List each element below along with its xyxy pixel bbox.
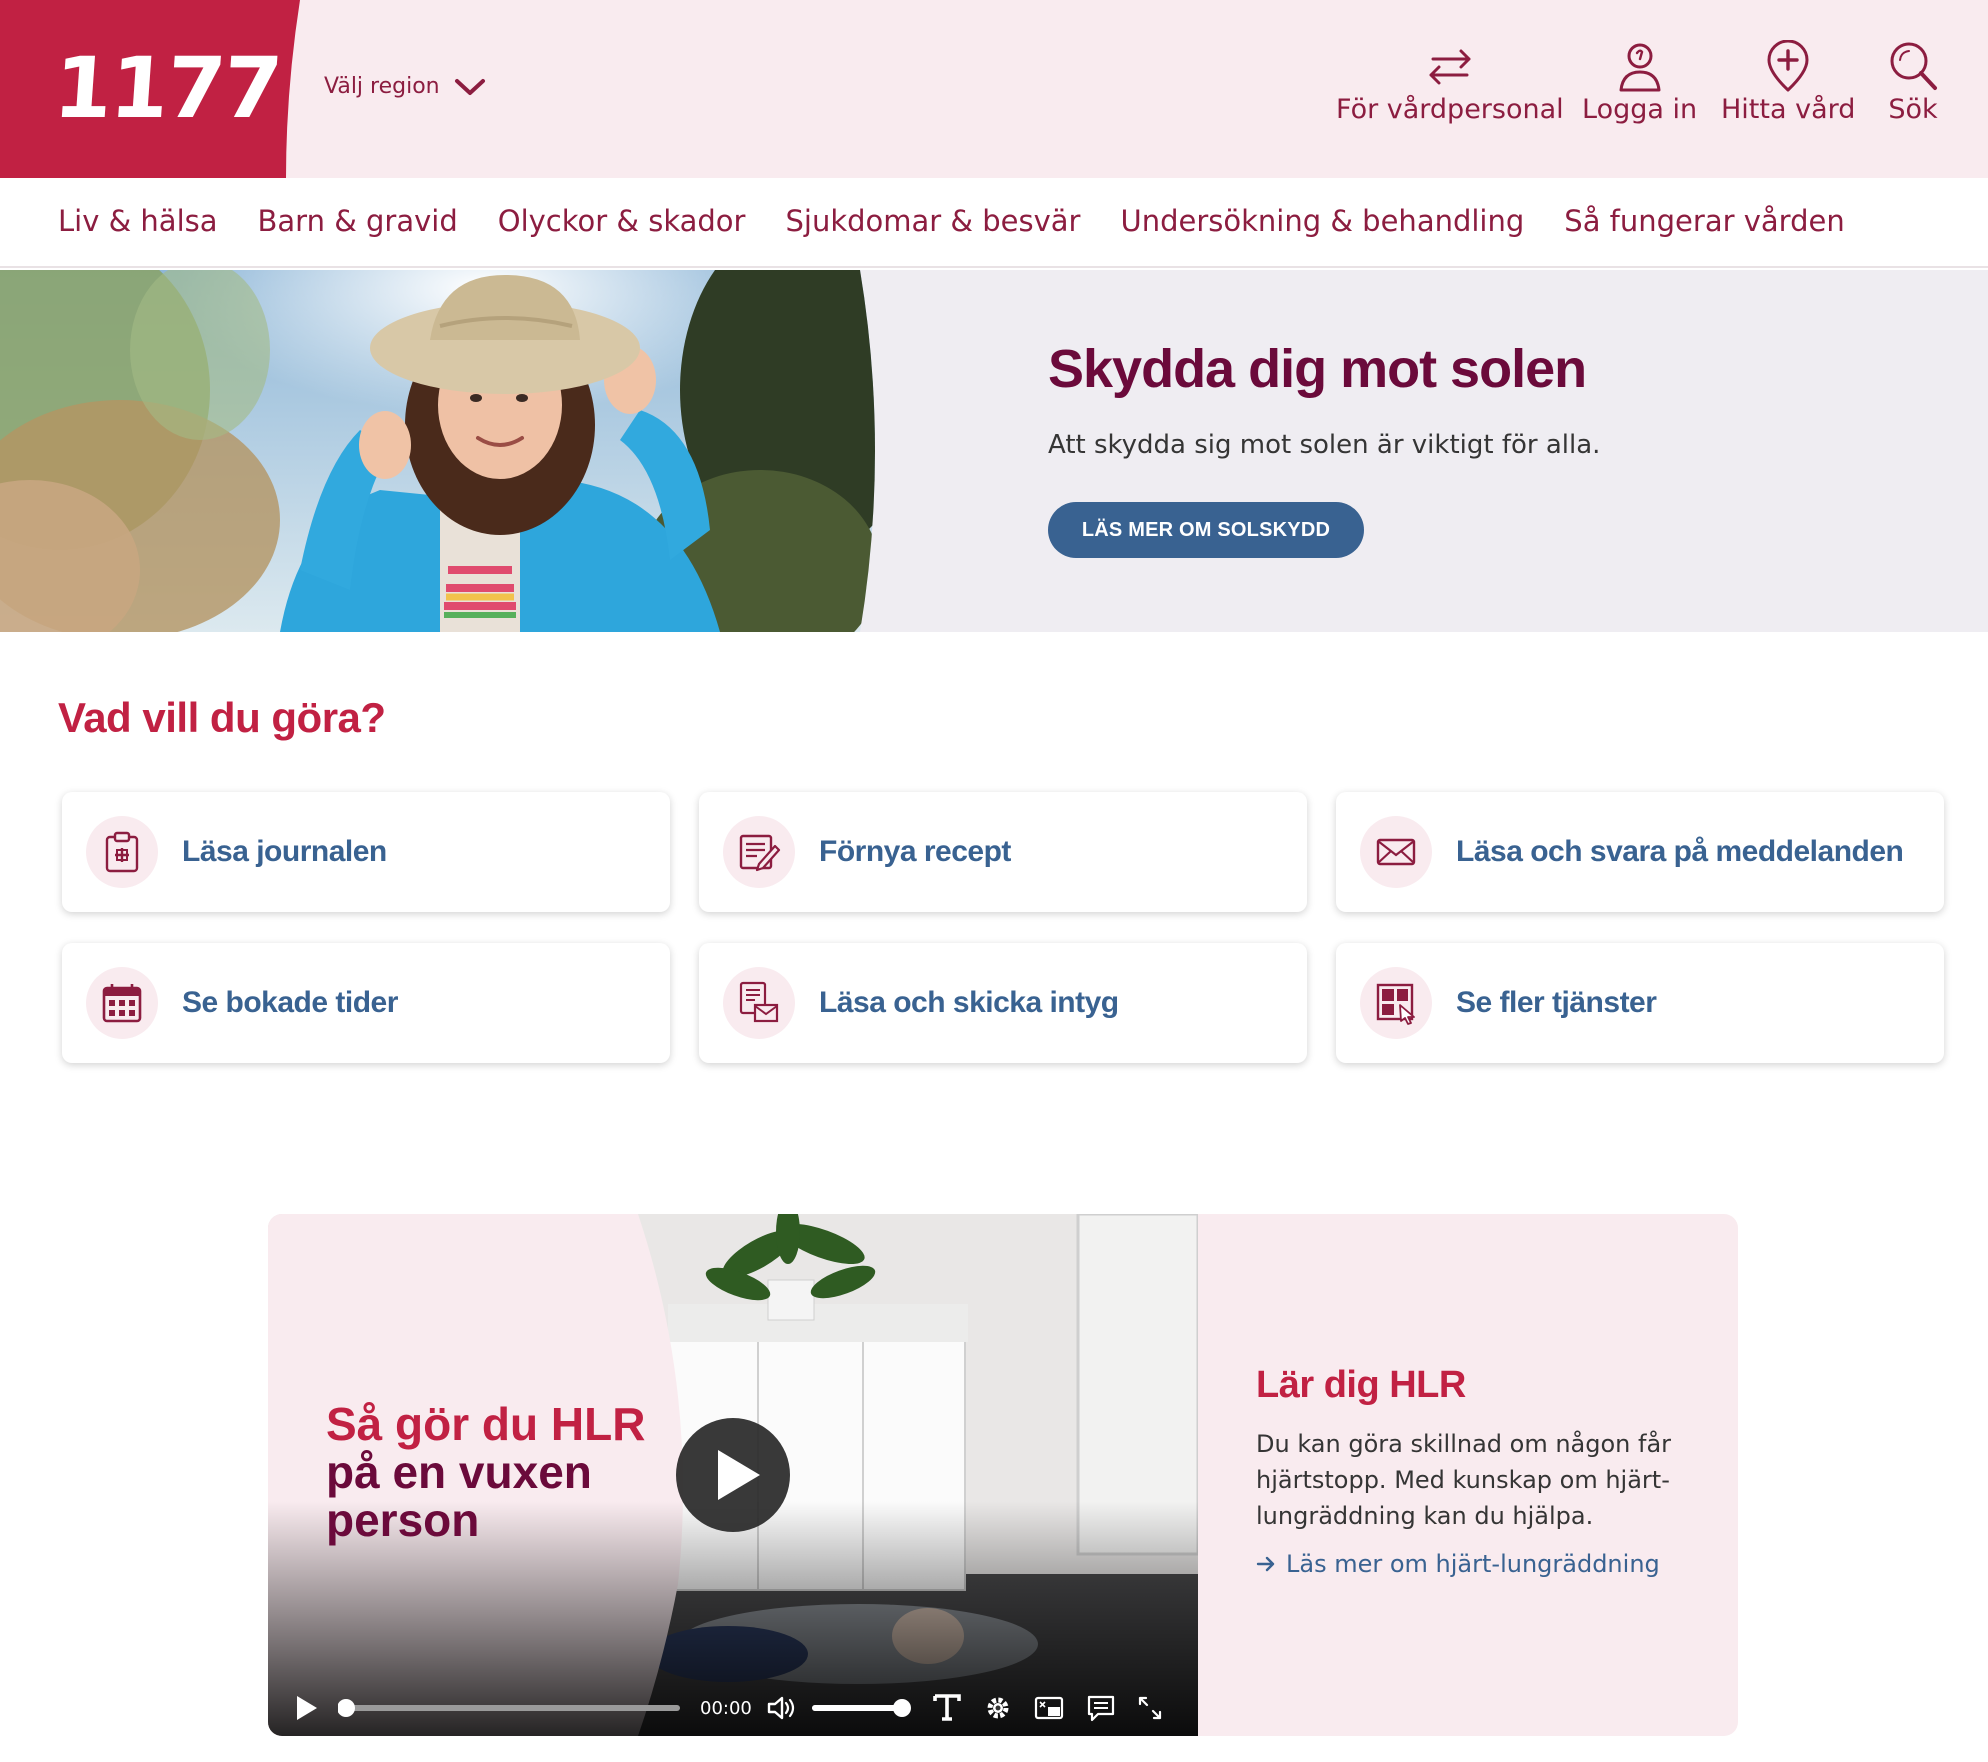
document-envelope-icon xyxy=(723,967,795,1039)
for-healthcare-staff-label: För vårdpersonal xyxy=(1336,94,1564,125)
hlr-read-more-link[interactable]: Läs mer om hjärt-lungräddning xyxy=(1256,1550,1660,1578)
login-link[interactable]: Logga in xyxy=(1582,40,1697,125)
service-card-label: Läsa och skicka intyg xyxy=(819,986,1119,1019)
text-captions-style-icon[interactable] xyxy=(932,1692,962,1722)
hero-lead: Att skydda sig mot solen är viktigt för … xyxy=(1048,430,1601,460)
settings-gear-icon[interactable] xyxy=(984,1694,1012,1722)
nav-item-sa-fungerar-varden[interactable]: Så fungerar vården xyxy=(1564,204,1844,238)
search-link[interactable]: Sök xyxy=(1886,40,1940,125)
service-card-booked-appointments[interactable]: Se bokade tider xyxy=(62,943,670,1063)
nav-item-undersokning-behandling[interactable]: Undersökning & behandling xyxy=(1120,204,1524,238)
arrows-swap-icon xyxy=(1429,49,1471,85)
arrow-right-icon xyxy=(1256,1556,1275,1572)
calendar-icon xyxy=(86,967,158,1039)
nav-item-barn-gravid[interactable]: Barn & gravid xyxy=(258,204,458,238)
fullscreen-icon[interactable] xyxy=(1136,1694,1164,1722)
video-title-line2: på en vuxen xyxy=(326,1446,592,1498)
video-title-line1: Så gör du HLR xyxy=(326,1398,646,1450)
service-card-certificates[interactable]: Läsa och skicka intyg xyxy=(699,943,1307,1063)
service-card-label: Se fler tjänster xyxy=(1456,986,1657,1019)
video-controls: 00:00 xyxy=(268,1678,1198,1736)
grid-cursor-icon xyxy=(1360,967,1432,1039)
prescription-pen-icon xyxy=(723,816,795,888)
hlr-video-section: Så gör du HLR på en vuxen person 00:00 L… xyxy=(268,1214,1738,1736)
hero-banner: Skydda dig mot solen Att skydda sig mot … xyxy=(0,270,1988,632)
region-selector[interactable]: Välj region xyxy=(324,74,486,99)
main-navigation: Liv & hälsa Barn & gravid Olyckor & skad… xyxy=(0,178,1988,268)
nav-item-sjukdomar-besvar[interactable]: Sjukdomar & besvär xyxy=(785,204,1080,238)
find-care-label: Hitta vård xyxy=(1721,94,1856,125)
big-play-button[interactable] xyxy=(676,1418,790,1532)
volume-icon[interactable] xyxy=(766,1694,796,1722)
service-card-label: Läsa journalen xyxy=(182,835,387,868)
region-label: Välj region xyxy=(324,74,440,99)
service-card-more-services[interactable]: Se fler tjänster xyxy=(1336,943,1944,1063)
service-card-messages[interactable]: Läsa och svara på meddelanden xyxy=(1336,792,1944,912)
progress-slider[interactable] xyxy=(338,1698,688,1718)
envelope-icon xyxy=(1360,816,1432,888)
picture-in-picture-icon[interactable] xyxy=(1034,1694,1064,1722)
service-card-label: Läsa och svara på meddelanden xyxy=(1456,835,1904,868)
hlr-text: Du kan göra skillnad om någon får hjärts… xyxy=(1256,1430,1672,1530)
video-player[interactable]: Så gör du HLR på en vuxen person 00:00 xyxy=(268,1214,1198,1736)
service-card-label: Förnya recept xyxy=(819,835,1011,868)
hlr-title: Lär dig HLR xyxy=(1256,1364,1466,1406)
hlr-read-more-label: Läs mer om hjärt-lungräddning xyxy=(1286,1550,1660,1578)
service-card-label: Se bokade tider xyxy=(182,986,398,1019)
video-title: Så gör du HLR på en vuxen person xyxy=(326,1400,666,1544)
search-label: Sök xyxy=(1888,94,1938,125)
volume-slider[interactable] xyxy=(808,1698,912,1718)
nav-item-olyckor-skador[interactable]: Olyckor & skador xyxy=(498,204,746,238)
find-care-link[interactable]: Hitta vård xyxy=(1721,40,1855,125)
read-more-sun-protection-button[interactable]: LÄS MER OM SOLSKYDD xyxy=(1048,502,1364,558)
hero-title: Skydda dig mot solen xyxy=(1048,339,1587,399)
user-icon xyxy=(1619,43,1661,92)
chevron-down-icon xyxy=(454,78,485,95)
play-icon xyxy=(718,1450,760,1500)
service-card-read-journal[interactable]: Läsa journalen xyxy=(62,792,670,912)
map-pin-cross-icon xyxy=(1767,40,1809,92)
hero-image-woman-sunhat xyxy=(0,270,875,632)
login-label: Logga in xyxy=(1582,94,1698,125)
nav-item-liv-halsa[interactable]: Liv & hälsa xyxy=(58,204,218,238)
service-card-renew-prescription[interactable]: Förnya recept xyxy=(699,792,1307,912)
subtitles-icon[interactable] xyxy=(1086,1694,1116,1722)
site-header: 1177 Välj region För vårdpersonal Logga … xyxy=(0,0,1988,178)
search-icon xyxy=(1890,42,1937,90)
video-time: 00:00 xyxy=(700,1698,752,1719)
video-title-line3: person xyxy=(326,1494,480,1546)
logo-1177[interactable]: 1177 xyxy=(0,0,300,178)
clipboard-medical-icon xyxy=(86,816,158,888)
services-title: Vad vill du göra? xyxy=(58,694,386,741)
logo-text: 1177 xyxy=(50,39,284,137)
for-healthcare-staff-link[interactable]: För vårdpersonal xyxy=(1336,40,1564,125)
play-icon[interactable] xyxy=(294,1694,320,1722)
